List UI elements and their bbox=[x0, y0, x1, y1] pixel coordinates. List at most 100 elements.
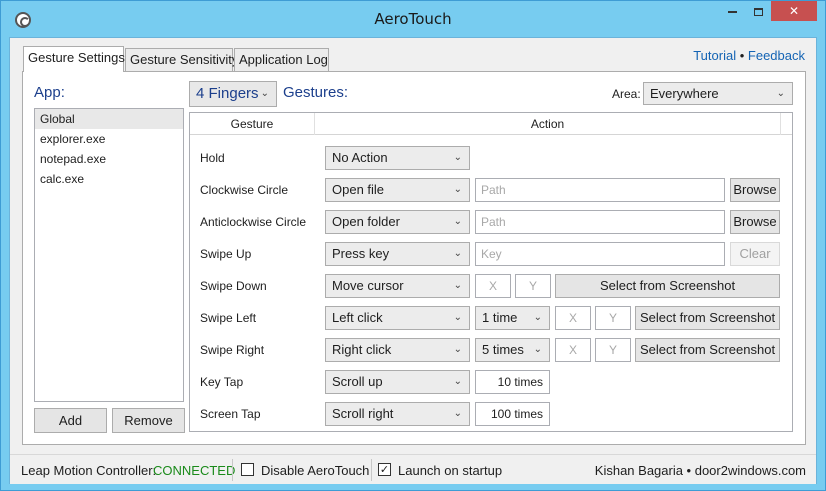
action-value: No Action bbox=[332, 150, 388, 165]
disable-aerotouch-checkbox[interactable] bbox=[241, 463, 254, 476]
gesture-label: Swipe Right bbox=[200, 343, 265, 357]
status-separator bbox=[371, 459, 372, 481]
action-dropdown[interactable]: Move cursor ⌄ bbox=[325, 274, 470, 298]
click-count-value: 5 times bbox=[482, 342, 524, 357]
gesture-grid: Gesture Action Hold No Action ⌄ Clockwis… bbox=[189, 112, 793, 432]
click-count-value: 1 time bbox=[482, 310, 518, 325]
table-row: Anticlockwise Circle Open folder ⌄ Path … bbox=[190, 207, 792, 239]
area-value: Everywhere bbox=[650, 86, 719, 101]
controller-status-label: Leap Motion Controller: bbox=[21, 463, 157, 478]
add-app-button[interactable]: Add bbox=[34, 408, 107, 433]
gesture-label: Anticlockwise Circle bbox=[200, 215, 307, 229]
action-dropdown[interactable]: Open file ⌄ bbox=[325, 178, 470, 202]
link-separator: • bbox=[739, 48, 745, 63]
x-coordinate-input[interactable]: X bbox=[555, 338, 591, 362]
list-item[interactable]: Global bbox=[35, 109, 183, 129]
tab-application-log[interactable]: Application Log bbox=[234, 48, 329, 71]
tab-gesture-settings[interactable]: Gesture Settings bbox=[23, 46, 125, 72]
action-value: Open file bbox=[332, 182, 385, 197]
clear-button[interactable]: Clear bbox=[730, 242, 780, 266]
checkmark-icon: ✓ bbox=[379, 463, 390, 476]
chevron-down-icon: ⌄ bbox=[453, 248, 462, 259]
x-coordinate-input[interactable]: X bbox=[475, 274, 511, 298]
y-coordinate-input[interactable]: Y bbox=[595, 338, 631, 362]
y-coordinate-input[interactable]: Y bbox=[515, 274, 551, 298]
app-window: AeroTouch ✕ Gesture Settings Gesture Sen… bbox=[0, 0, 826, 491]
gesture-label: Swipe Up bbox=[200, 247, 252, 261]
app-list[interactable]: Global explorer.exe notepad.exe calc.exe bbox=[34, 108, 184, 402]
gesture-label: Screen Tap bbox=[200, 407, 261, 421]
gesture-label: Swipe Left bbox=[200, 311, 257, 325]
feedback-link[interactable]: Feedback bbox=[748, 48, 805, 63]
action-dropdown[interactable]: Press key ⌄ bbox=[325, 242, 470, 266]
y-coordinate-input[interactable]: Y bbox=[595, 306, 631, 330]
launch-on-startup-label[interactable]: Launch on startup bbox=[398, 463, 502, 478]
chevron-down-icon: ⌄ bbox=[533, 344, 542, 355]
gesture-label: Swipe Down bbox=[200, 279, 267, 293]
window-title: AeroTouch bbox=[374, 10, 452, 28]
column-header-gesture[interactable]: Gesture bbox=[190, 113, 315, 135]
action-value: Press key bbox=[332, 246, 390, 261]
status-separator bbox=[232, 459, 233, 481]
chevron-down-icon: ⌄ bbox=[453, 376, 462, 387]
action-value: Left click bbox=[332, 310, 383, 325]
gesture-label: Hold bbox=[200, 151, 225, 165]
chevron-down-icon: ⌄ bbox=[260, 88, 269, 99]
select-from-screenshot-button[interactable]: Select from Screenshot bbox=[555, 274, 780, 298]
browse-button[interactable]: Browse bbox=[730, 178, 780, 202]
x-coordinate-input[interactable]: X bbox=[555, 306, 591, 330]
area-label: Area: bbox=[612, 87, 641, 101]
maximize-button[interactable] bbox=[745, 1, 771, 21]
action-dropdown[interactable]: Open folder ⌄ bbox=[325, 210, 470, 234]
chevron-down-icon: ⌄ bbox=[776, 88, 785, 99]
chevron-down-icon: ⌄ bbox=[453, 184, 462, 195]
area-dropdown[interactable]: Everywhere ⌄ bbox=[643, 82, 793, 105]
gesture-label: Key Tap bbox=[200, 375, 244, 389]
table-row: Clockwise Circle Open file ⌄ Path Browse bbox=[190, 175, 792, 207]
list-item[interactable]: notepad.exe bbox=[35, 149, 183, 169]
title-bar: AeroTouch ✕ bbox=[1, 1, 825, 37]
path-input[interactable]: Path bbox=[475, 178, 725, 202]
list-item[interactable]: explorer.exe bbox=[35, 129, 183, 149]
remove-app-button[interactable]: Remove bbox=[112, 408, 185, 433]
close-button[interactable]: ✕ bbox=[771, 1, 817, 21]
action-dropdown[interactable]: Scroll up ⌄ bbox=[325, 370, 470, 394]
action-value: Scroll right bbox=[332, 406, 394, 421]
chevron-down-icon: ⌄ bbox=[453, 216, 462, 227]
select-from-screenshot-button[interactable]: Select from Screenshot bbox=[635, 306, 780, 330]
browse-button[interactable]: Browse bbox=[730, 210, 780, 234]
chevron-down-icon: ⌄ bbox=[453, 312, 462, 323]
click-count-dropdown[interactable]: 5 times ⌄ bbox=[475, 338, 550, 362]
column-header-action[interactable]: Action bbox=[315, 113, 781, 135]
path-input[interactable]: Path bbox=[475, 210, 725, 234]
scroll-times-input[interactable]: 10 times bbox=[475, 370, 550, 394]
select-from-screenshot-button[interactable]: Select from Screenshot bbox=[635, 338, 780, 362]
chevron-down-icon: ⌄ bbox=[453, 280, 462, 291]
maximize-icon bbox=[753, 7, 763, 16]
status-bar: Leap Motion Controller: CONNECTED Disabl… bbox=[10, 454, 816, 484]
minimize-button[interactable] bbox=[719, 1, 745, 21]
key-input[interactable]: Key bbox=[475, 242, 725, 266]
disable-aerotouch-label[interactable]: Disable AeroTouch bbox=[261, 463, 369, 478]
scroll-times-input[interactable]: 100 times bbox=[475, 402, 550, 426]
table-row: Key Tap Scroll up ⌄ 10 times bbox=[190, 367, 792, 399]
app-label: App: bbox=[34, 84, 65, 101]
fingers-dropdown[interactable]: 4 Fingers ⌄ bbox=[189, 81, 277, 107]
client-area: Gesture Settings Gesture Sensitivity App… bbox=[9, 37, 817, 484]
table-row: Swipe Up Press key ⌄ Key Clear bbox=[190, 239, 792, 271]
action-dropdown[interactable]: No Action ⌄ bbox=[325, 146, 470, 170]
launch-on-startup-checkbox[interactable]: ✓ bbox=[378, 463, 391, 476]
controller-status-value: CONNECTED bbox=[153, 463, 236, 478]
table-row: Screen Tap Scroll right ⌄ 100 times bbox=[190, 399, 792, 431]
author-credit-link[interactable]: Kishan Bagaria • door2windows.com bbox=[595, 463, 806, 478]
chevron-down-icon: ⌄ bbox=[453, 152, 462, 163]
action-value: Scroll up bbox=[332, 374, 383, 389]
chevron-down-icon: ⌄ bbox=[533, 312, 542, 323]
click-count-dropdown[interactable]: 1 time ⌄ bbox=[475, 306, 550, 330]
action-dropdown[interactable]: Left click ⌄ bbox=[325, 306, 470, 330]
action-dropdown[interactable]: Scroll right ⌄ bbox=[325, 402, 470, 426]
list-item[interactable]: calc.exe bbox=[35, 169, 183, 189]
tab-gesture-sensitivity[interactable]: Gesture Sensitivity bbox=[125, 48, 238, 71]
action-dropdown[interactable]: Right click ⌄ bbox=[325, 338, 470, 362]
tutorial-link[interactable]: Tutorial bbox=[693, 48, 736, 63]
